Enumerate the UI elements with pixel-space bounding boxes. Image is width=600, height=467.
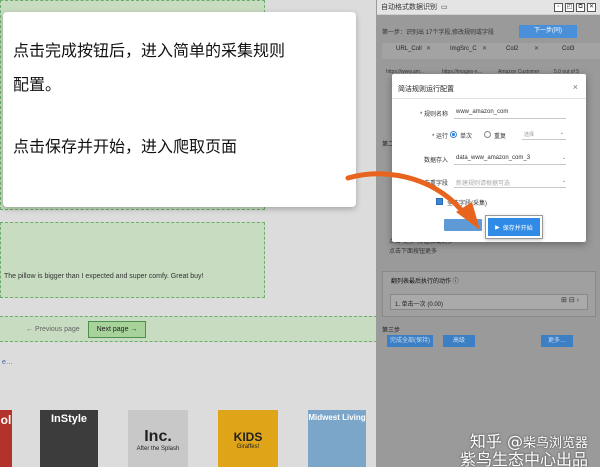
panel-title-bar: 自动格式数据识别 ▭ ▫ ◰ ⧉ ✕ — [377, 0, 600, 15]
chevron-down-icon: ⌄ — [561, 178, 566, 184]
column-header[interactable]: URL_Coll — [396, 46, 422, 52]
magazine-cover[interactable]: Inc. After the Splash — [128, 410, 188, 467]
magazine-cover[interactable]: KIDS Giraffes! — [218, 410, 278, 467]
column-header[interactable]: Col3 — [562, 46, 574, 52]
panel-close-icon[interactable]: ✕ — [587, 2, 596, 12]
after-action-title: 翻列表最后执行的动作 ⓘ — [391, 279, 459, 285]
after-action-icons[interactable]: ⊞ ⊟ › — [561, 296, 579, 304]
next-step-button[interactable]: 下一步(同) — [519, 25, 577, 38]
tutorial-line: 点击完成按钮后，进入简单的采集规则 — [13, 41, 286, 60]
rule-name-row: * 规则名称 www_amazon_com — [392, 106, 586, 120]
finish-button[interactable]: 完成全部(保持) — [387, 335, 433, 347]
run-once-radio[interactable] — [450, 131, 457, 138]
column-remove-icon[interactable]: ✕ — [534, 45, 539, 52]
run-once-label: 单次 — [460, 134, 473, 140]
rule-name-label: * 规则名称 — [419, 112, 448, 118]
tutorial-callout: 点击完成按钮后，进入简单的采集规则 配置。 点击保存并开始，进入爬取页面 — [3, 12, 356, 207]
run-repeat-radio[interactable] — [484, 131, 491, 138]
after-action-item[interactable]: 1. 单击一次 (0.00) — [390, 294, 588, 310]
after-action-box: 翻列表最后执行的动作 ⓘ 1. 单击一次 (0.00) ⊞ ⊟ › — [382, 271, 596, 317]
save-and-start-label: 保存并开始 — [502, 225, 533, 232]
advanced-button[interactable]: 高级 — [443, 335, 475, 347]
tutorial-line: 配置。 — [13, 75, 62, 94]
panel-minimize-icon[interactable]: ▫ — [554, 2, 563, 12]
watermark-subtitle: 紫鸟生态中心出品 — [459, 450, 588, 467]
repeat-select[interactable]: 选择 ⌄ — [522, 129, 566, 140]
panel-dock-icon[interactable]: ◰ — [565, 2, 574, 12]
column-remove-icon[interactable]: ✕ — [482, 45, 487, 52]
rule-name-input[interactable]: www_amazon_com — [454, 106, 566, 119]
column-header[interactable]: ImgSrc_C — [450, 46, 477, 52]
previous-page-link[interactable]: ← Previous page — [26, 326, 80, 333]
panel-restore-icon[interactable]: ⧉ — [576, 2, 585, 12]
pointer-arrow-icon — [345, 171, 480, 230]
next-page-button[interactable]: Next page → — [88, 321, 146, 338]
chevron-down-icon: ⌄ — [559, 130, 564, 136]
magazine-row: ol InStyle Inc. After the Splash KIDS Gira… — [0, 410, 377, 467]
tutorial-line: 点击保存并开始，进入爬取页面 — [13, 137, 238, 156]
magazine-cover[interactable]: InStyle — [40, 410, 98, 467]
step2-option[interactable]: 点击下面按钮更多 — [389, 247, 453, 257]
step3-title: 第三步 — [382, 328, 401, 334]
run-mode-label: * 运行 — [431, 134, 448, 140]
selected-review-region: The pillow is bigger than I expected and… — [0, 222, 265, 298]
review-text: The pillow is bigger than I expected and… — [4, 273, 204, 280]
magazine-cover[interactable]: ol — [0, 410, 12, 467]
screenshot: The pillow is bigger than I expected and… — [0, 0, 600, 467]
close-icon[interactable]: × — [573, 82, 578, 92]
panel-pin-icon[interactable]: ▭ — [441, 3, 448, 11]
chevron-down-icon: ⌄ — [561, 155, 566, 161]
column-header-row: URL_Coll ✕ ImgSrc_C ✕ Col2 ✕ Col3 — [382, 43, 600, 59]
more-button[interactable]: 更多… — [541, 335, 573, 347]
step1-text: 第一步：识别出 17个字段,修改规则或字段 — [382, 30, 495, 36]
column-remove-icon[interactable]: ✕ — [426, 45, 431, 52]
run-repeat-label: 重复 — [494, 134, 507, 140]
magazine-cover[interactable]: Midwest Living — [308, 410, 366, 467]
column-header[interactable]: Col2 — [506, 46, 518, 52]
more-link[interactable]: e… — [2, 359, 13, 366]
run-mode-row: * 运行 单次 重复 选择 ⌄ — [392, 128, 586, 142]
dialog-title: 简洁规则运行配置 — [398, 86, 454, 93]
pagination-bar: ← Previous page Next page → — [0, 316, 377, 342]
panel-title: 自动格式数据识别 — [381, 4, 437, 11]
